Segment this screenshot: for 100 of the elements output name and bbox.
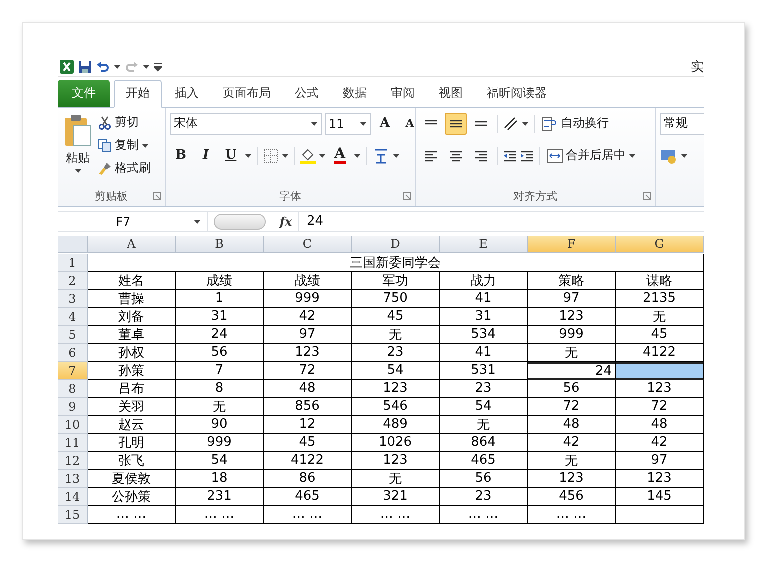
table-cell: 750 [352, 290, 440, 308]
column-header[interactable]: A [88, 236, 176, 253]
group-label: 对齐方式 [514, 188, 558, 204]
row-header[interactable]: 12 [58, 452, 88, 470]
grow-font-button[interactable]: A [374, 112, 396, 135]
table-cell: 7 [176, 362, 264, 380]
column-header[interactable]: G [616, 236, 704, 253]
table-cell: 4122 [264, 452, 352, 470]
table-cell: 无 [528, 452, 616, 470]
ribbon-tab[interactable]: 开始 [114, 80, 162, 108]
row-header[interactable]: 13 [58, 470, 88, 488]
table-cell: 123 [352, 452, 440, 470]
table-cell: 48 [616, 416, 704, 434]
table-cell: 刘备 [88, 308, 176, 326]
row-header[interactable]: 1 [58, 254, 88, 272]
table-cell: 48 [528, 416, 616, 434]
name-box[interactable]: F7 [58, 212, 208, 232]
ribbon-tab[interactable]: 审阅 [380, 80, 426, 107]
ribbon-tab[interactable]: 页面布局 [212, 80, 282, 107]
row-header[interactable]: 9 [58, 398, 88, 416]
insert-function-button[interactable]: fx [274, 214, 298, 228]
table-cell: 张飞 [88, 452, 176, 470]
table-cell: 12 [264, 416, 352, 434]
ribbon-tab[interactable]: 公式 [284, 80, 330, 107]
table-cell: 23 [440, 488, 528, 506]
row-header[interactable]: 11 [58, 434, 88, 452]
table-cell: 54 [176, 452, 264, 470]
italic-button[interactable]: I [195, 144, 217, 167]
table-cell: 42 [528, 434, 616, 452]
row-header[interactable]: 6 [58, 344, 88, 362]
ribbon-tab[interactable]: 数据 [332, 80, 378, 107]
row-header[interactable]: 4 [58, 308, 88, 326]
column-header[interactable]: E [440, 236, 528, 253]
ribbon-tab[interactable]: 福昕阅读器 [476, 80, 558, 107]
table-cell: 42 [616, 434, 704, 452]
table-cell: 23 [440, 380, 528, 398]
table-cell: … … [88, 506, 176, 524]
table-cell: 72 [528, 398, 616, 416]
table-cell: 关羽 [88, 398, 176, 416]
table-cell: … … [176, 506, 264, 524]
table-cell: 123 [616, 380, 704, 398]
table-cell: 1 [176, 290, 264, 308]
format-painter-button[interactable]: 格式刷 [96, 158, 153, 180]
table-cell: 谋略 [616, 272, 704, 290]
table-cell: 孙权 [88, 344, 176, 362]
table-cell: 45 [352, 308, 440, 326]
table-cell: … … [528, 506, 616, 524]
table-cell: 24 [176, 326, 264, 344]
row-header[interactable]: 14 [58, 488, 88, 506]
row-header[interactable]: 3 [58, 290, 88, 308]
font-color-button[interactable]: A [329, 144, 351, 167]
copy-button[interactable]: 复制 [96, 134, 153, 157]
ribbon-tab[interactable]: 插入 [164, 80, 210, 107]
row-header[interactable]: 10 [58, 416, 88, 434]
table-cell: 145 [616, 488, 704, 506]
table-cell: 97 [528, 290, 616, 308]
ribbon-tab[interactable]: 文件 [58, 80, 110, 107]
table-cell: 无 [616, 308, 704, 326]
table-cell: 24 [528, 362, 616, 380]
row-header[interactable]: 7 [58, 362, 88, 380]
table-cell: 123 [528, 308, 616, 326]
bold-button[interactable]: B [170, 144, 192, 167]
table-cell: 1026 [352, 434, 440, 452]
table-cell: 孔明 [88, 434, 176, 452]
table-cell: 231 [176, 488, 264, 506]
ribbon-tab[interactable]: 视图 [428, 80, 474, 107]
table-cell: 18 [176, 470, 264, 488]
cut-button[interactable]: 剪切 [96, 112, 153, 134]
column-header[interactable]: C [264, 236, 352, 253]
wrap-text-button[interactable]: 自动换行 [540, 112, 611, 135]
table-cell: 孙策 [88, 362, 176, 380]
row-header[interactable]: 2 [58, 272, 88, 290]
merge-center-button[interactable]: 合并后居中 [545, 144, 638, 167]
underline-button[interactable]: U [220, 144, 242, 167]
column-header[interactable]: B [176, 236, 264, 253]
font-size-dropdown[interactable]: 11 [325, 112, 371, 135]
number-format-dropdown[interactable]: 常规 [660, 112, 704, 135]
table-cell: 999 [176, 434, 264, 452]
table-cell: 48 [264, 380, 352, 398]
formula-input[interactable]: 24 [298, 212, 704, 232]
shrink-font-button[interactable]: A [399, 112, 421, 135]
paste-button[interactable]: 粘贴 [60, 112, 96, 186]
table-cell: 90 [176, 416, 264, 434]
table-cell: 97 [616, 452, 704, 470]
row-header[interactable]: 15 [58, 506, 88, 524]
row-header[interactable]: 5 [58, 326, 88, 344]
column-header[interactable]: D [352, 236, 440, 253]
row-header[interactable]: 8 [58, 380, 88, 398]
table-cell: 864 [440, 434, 528, 452]
table-cell: 姓名 [88, 272, 176, 290]
table-cell: 86 [264, 470, 352, 488]
table-cell: 56 [176, 344, 264, 362]
table-cell: 999 [528, 326, 616, 344]
table-cell: … … [264, 506, 352, 524]
font-name-dropdown[interactable]: 宋体 [170, 112, 322, 135]
table-cell: 曹操 [88, 290, 176, 308]
column-header[interactable]: F [528, 236, 616, 253]
table-cell: 无 [176, 398, 264, 416]
table-cell: 56 [440, 470, 528, 488]
table-cell: … … [440, 506, 528, 524]
